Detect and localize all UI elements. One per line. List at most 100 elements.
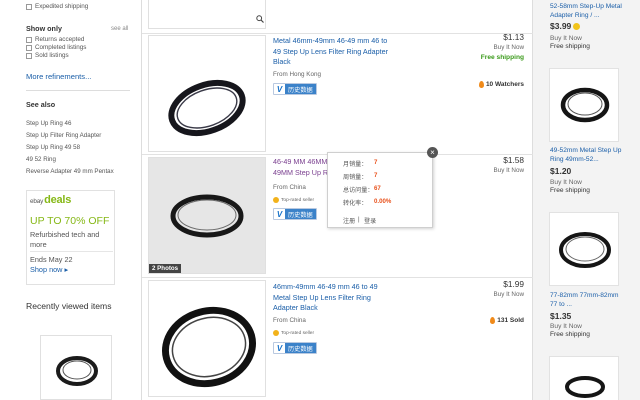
link-separator: | bbox=[358, 216, 360, 223]
filter-expedited-shipping[interactable]: Expedited shipping bbox=[26, 2, 88, 11]
divider bbox=[30, 251, 113, 252]
lens-ring-image bbox=[161, 306, 257, 388]
sold-count: 131 Sold bbox=[490, 317, 524, 324]
item-price: $1.58 bbox=[503, 155, 524, 165]
total-visits-value: 67 bbox=[374, 185, 381, 192]
right-column: 52-58mm Step-Up Metal Adapter Ring / ...… bbox=[533, 0, 640, 400]
login-link[interactable]: 登录 bbox=[364, 216, 376, 225]
v-icon: V bbox=[274, 84, 285, 94]
deals-ad[interactable]: ebaydeals UP TO 70% OFF Refurbished tech… bbox=[26, 190, 115, 285]
divider bbox=[142, 277, 534, 278]
history-data-button[interactable]: V 历史数据 bbox=[273, 83, 317, 95]
close-icon[interactable]: × bbox=[427, 147, 438, 158]
buy-it-now: Buy It Now bbox=[493, 291, 524, 298]
history-data-label: 历史数据 bbox=[285, 84, 316, 94]
history-data-button[interactable]: V 历史数据 bbox=[273, 208, 317, 220]
shop-now-link[interactable]: Shop now ▸ bbox=[30, 265, 68, 274]
checkbox[interactable] bbox=[26, 44, 32, 51]
top-rated-label: Top-rated seller bbox=[281, 197, 315, 203]
lens-ring-image bbox=[559, 232, 611, 268]
lens-ring-image bbox=[56, 356, 98, 386]
top-rated-icon bbox=[273, 330, 279, 336]
checkbox[interactable] bbox=[26, 3, 32, 10]
buy-it-now: Buy It Now bbox=[550, 323, 582, 330]
deals-headline: UP TO 70% OFF bbox=[30, 215, 110, 227]
see-also-heading: See also bbox=[26, 100, 56, 109]
watchers-label: 10 Watchers bbox=[485, 81, 524, 88]
related-item-image[interactable] bbox=[549, 356, 619, 400]
deals-ends: Ends May 22 bbox=[30, 255, 73, 264]
sales-stats-popup: 月销量： 7 周销量： 7 总访问量： 67 转化率： 0.00% 注册 | 登… bbox=[327, 152, 433, 228]
top-rated-seller: Top-rated seller bbox=[273, 330, 314, 336]
weekly-sales-value: 7 bbox=[374, 172, 378, 179]
top-rated-icon bbox=[273, 197, 279, 203]
listing-image[interactable] bbox=[148, 35, 266, 152]
see-also-link[interactable]: Step Up Filter Ring Adapter bbox=[26, 132, 101, 139]
conversion-rate-value: 0.00% bbox=[374, 198, 392, 205]
see-all-link[interactable]: see all bbox=[111, 26, 128, 32]
zoom-icon[interactable] bbox=[256, 15, 264, 23]
divider bbox=[142, 33, 534, 34]
free-shipping: Free shipping bbox=[550, 331, 590, 338]
total-visits-label: 总访问量： bbox=[343, 187, 374, 194]
see-also-link[interactable]: 49 52 Ring bbox=[26, 156, 56, 163]
left-sidebar: Expedited shipping Show only see all Ret… bbox=[0, 0, 141, 400]
free-shipping: Free shipping bbox=[550, 43, 590, 50]
listing-title[interactable]: 46mm-49mm 46-49 mm 46 to 49 Metal Step U… bbox=[273, 282, 391, 314]
related-item-image[interactable] bbox=[549, 212, 619, 286]
buy-it-now: Buy It Now bbox=[493, 167, 524, 174]
free-shipping: Free shipping bbox=[550, 187, 590, 194]
checkbox[interactable] bbox=[26, 36, 32, 43]
monthly-sales-value: 7 bbox=[374, 159, 378, 166]
buy-it-now: Buy It Now bbox=[550, 179, 582, 186]
filter-label: Returns accepted bbox=[35, 36, 85, 43]
related-item-title[interactable]: 49-52mm Metal Step Up Ring 49mm-52... bbox=[550, 147, 622, 164]
flame-icon bbox=[478, 81, 484, 88]
related-item-price: $3.99 bbox=[550, 21, 581, 31]
free-shipping: Free shipping bbox=[480, 54, 524, 61]
item-price: $1.13 bbox=[503, 32, 524, 42]
top-rated-seller: Top-rated seller bbox=[273, 197, 314, 203]
filter-label: Sold listings bbox=[35, 52, 69, 59]
see-also-link[interactable]: Step Up Ring 46 bbox=[26, 120, 71, 127]
filter-label: Expedited shipping bbox=[35, 3, 89, 10]
buy-it-now: Buy It Now bbox=[493, 44, 524, 51]
item-price: $1.99 bbox=[503, 279, 524, 289]
related-item-title[interactable]: 52-58mm Step-Up Metal Adapter Ring / ... bbox=[550, 3, 622, 20]
recently-viewed-heading: Recently viewed items bbox=[26, 301, 112, 311]
related-item-image[interactable] bbox=[549, 68, 619, 142]
photos-count: 2 Photos bbox=[149, 264, 182, 273]
monthly-sales-label: 月销量： bbox=[343, 161, 368, 168]
filter-label: Completed listings bbox=[35, 44, 87, 51]
listing-title[interactable]: Metal 46mm-49mm 46-49 mm 46 to 49 Step U… bbox=[273, 36, 391, 68]
see-also-link[interactable]: Reverse Adapter 49 mm Pentax bbox=[26, 168, 114, 175]
more-refinements-link[interactable]: More refinements... bbox=[26, 72, 91, 81]
see-also-link[interactable]: Step Up Ring 49 58 bbox=[26, 144, 80, 151]
weekly-sales-label: 周销量： bbox=[343, 174, 368, 181]
checkbox[interactable] bbox=[26, 52, 32, 59]
ebay-deals-logo: ebaydeals bbox=[30, 194, 72, 206]
related-item-title[interactable]: 77-82mm 77mm-82mm 77 to ... bbox=[550, 292, 622, 309]
conversion-rate-label: 转化率： bbox=[343, 200, 368, 207]
sold-label: 131 Sold bbox=[497, 317, 524, 324]
listing-image[interactable] bbox=[148, 0, 266, 29]
filter-sold-listings[interactable]: Sold listings bbox=[26, 51, 69, 60]
divider bbox=[26, 90, 130, 91]
v-icon: V bbox=[274, 209, 285, 219]
related-item-price: $1.20 bbox=[550, 166, 572, 176]
recently-viewed-item-image[interactable] bbox=[40, 335, 112, 400]
listing-image[interactable] bbox=[148, 280, 266, 397]
register-link[interactable]: 注册 bbox=[343, 216, 355, 225]
lens-ring-image bbox=[560, 87, 610, 123]
history-data-button[interactable]: V 历史数据 bbox=[273, 342, 317, 354]
lens-ring-image bbox=[168, 79, 246, 137]
buy-it-now: Buy It Now bbox=[550, 35, 582, 42]
related-item-price: $1.35 bbox=[550, 311, 572, 321]
item-location: From Hong Kong bbox=[273, 71, 321, 78]
item-location: From China bbox=[273, 184, 306, 191]
history-data-label: 历史数据 bbox=[285, 209, 316, 219]
smile-icon bbox=[573, 22, 581, 30]
watchers-count: 10 Watchers bbox=[478, 81, 524, 88]
listing-image[interactable]: 2 Photos bbox=[148, 157, 266, 274]
lens-ring-image bbox=[565, 376, 605, 398]
